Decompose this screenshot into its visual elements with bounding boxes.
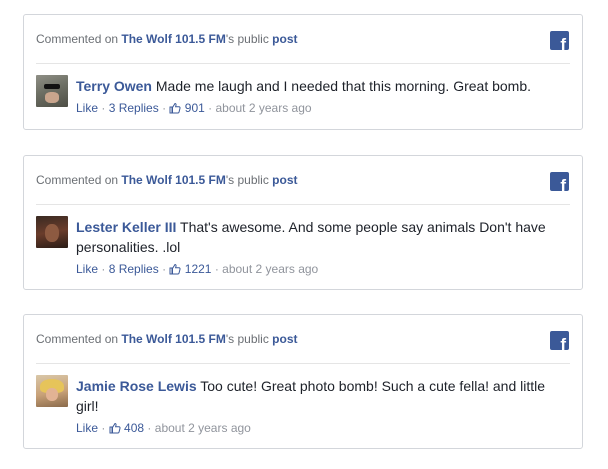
card-header: Commented on The Wolf 101.5 FM's public … [36,173,298,187]
comment-meta: Like · 8 Replies · 1221 · about 2 years … [76,262,318,276]
timestamp[interactable]: about 2 years ago [222,262,318,276]
separator: · [208,101,213,115]
header-prefix: Commented on [36,332,122,346]
post-link[interactable]: post [272,173,297,187]
facebook-icon[interactable]: f [550,31,569,50]
header-prefix: Commented on [36,173,122,187]
header-suffix: 's public [225,332,273,346]
thumbs-up-icon [109,422,121,434]
like-link[interactable]: Like [76,101,98,115]
separator: · [162,101,167,115]
card-header: Commented on The Wolf 101.5 FM's public … [36,332,298,346]
replies-link[interactable]: 8 Replies [109,262,159,276]
like-count-value: 901 [184,101,205,115]
comment-text: Made me laugh and I needed that this mor… [155,78,532,94]
comment-body: Jamie Rose Lewis Too cute! Great photo b… [76,376,562,416]
page-link[interactable]: The Wolf 101.5 FM [121,173,225,187]
timestamp[interactable]: about 2 years ago [155,421,251,435]
like-count[interactable]: 408 [109,421,148,435]
author-link[interactable]: Terry Owen [76,78,152,94]
comment-card: Commented on The Wolf 101.5 FM's public … [23,14,583,130]
comment-card: Commented on The Wolf 101.5 FM's public … [23,314,583,449]
avatar[interactable] [36,216,68,248]
separator: · [147,421,152,435]
separator: · [101,101,106,115]
comment-card: Commented on The Wolf 101.5 FM's public … [23,155,583,290]
divider [36,363,570,364]
facebook-icon[interactable]: f [550,172,569,191]
timestamp[interactable]: about 2 years ago [215,101,311,115]
comment-body: Lester Keller III That's awesome. And so… [76,217,562,257]
like-link[interactable]: Like [76,421,98,435]
author-link[interactable]: Lester Keller III [76,219,176,235]
post-link[interactable]: post [272,32,297,46]
replies-link[interactable]: 3 Replies [109,101,159,115]
thumbs-up-icon [169,102,181,114]
divider [36,63,570,64]
divider [36,204,570,205]
separator: · [162,262,167,276]
comment-meta: Like · 3 Replies · 901 · about 2 years a… [76,101,312,115]
like-count-value: 1221 [184,262,212,276]
page-link[interactable]: The Wolf 101.5 FM [121,332,225,346]
avatar[interactable] [36,75,68,107]
comment-meta: Like · 408 · about 2 years ago [76,421,251,435]
thumbs-up-icon [169,263,181,275]
page-link[interactable]: The Wolf 101.5 FM [121,32,225,46]
post-link[interactable]: post [272,332,297,346]
like-count-value: 408 [124,421,145,435]
comment-body: Terry Owen Made me laugh and I needed th… [76,76,562,96]
author-link[interactable]: Jamie Rose Lewis [76,378,197,394]
like-count[interactable]: 901 [169,101,208,115]
header-suffix: 's public [225,32,273,46]
header-prefix: Commented on [36,32,122,46]
facebook-icon[interactable]: f [550,331,569,350]
header-suffix: 's public [225,173,273,187]
card-header: Commented on The Wolf 101.5 FM's public … [36,32,298,46]
like-count[interactable]: 1221 [169,262,214,276]
like-link[interactable]: Like [76,262,98,276]
separator: · [214,262,219,276]
avatar[interactable] [36,375,68,407]
separator: · [101,421,106,435]
separator: · [101,262,106,276]
